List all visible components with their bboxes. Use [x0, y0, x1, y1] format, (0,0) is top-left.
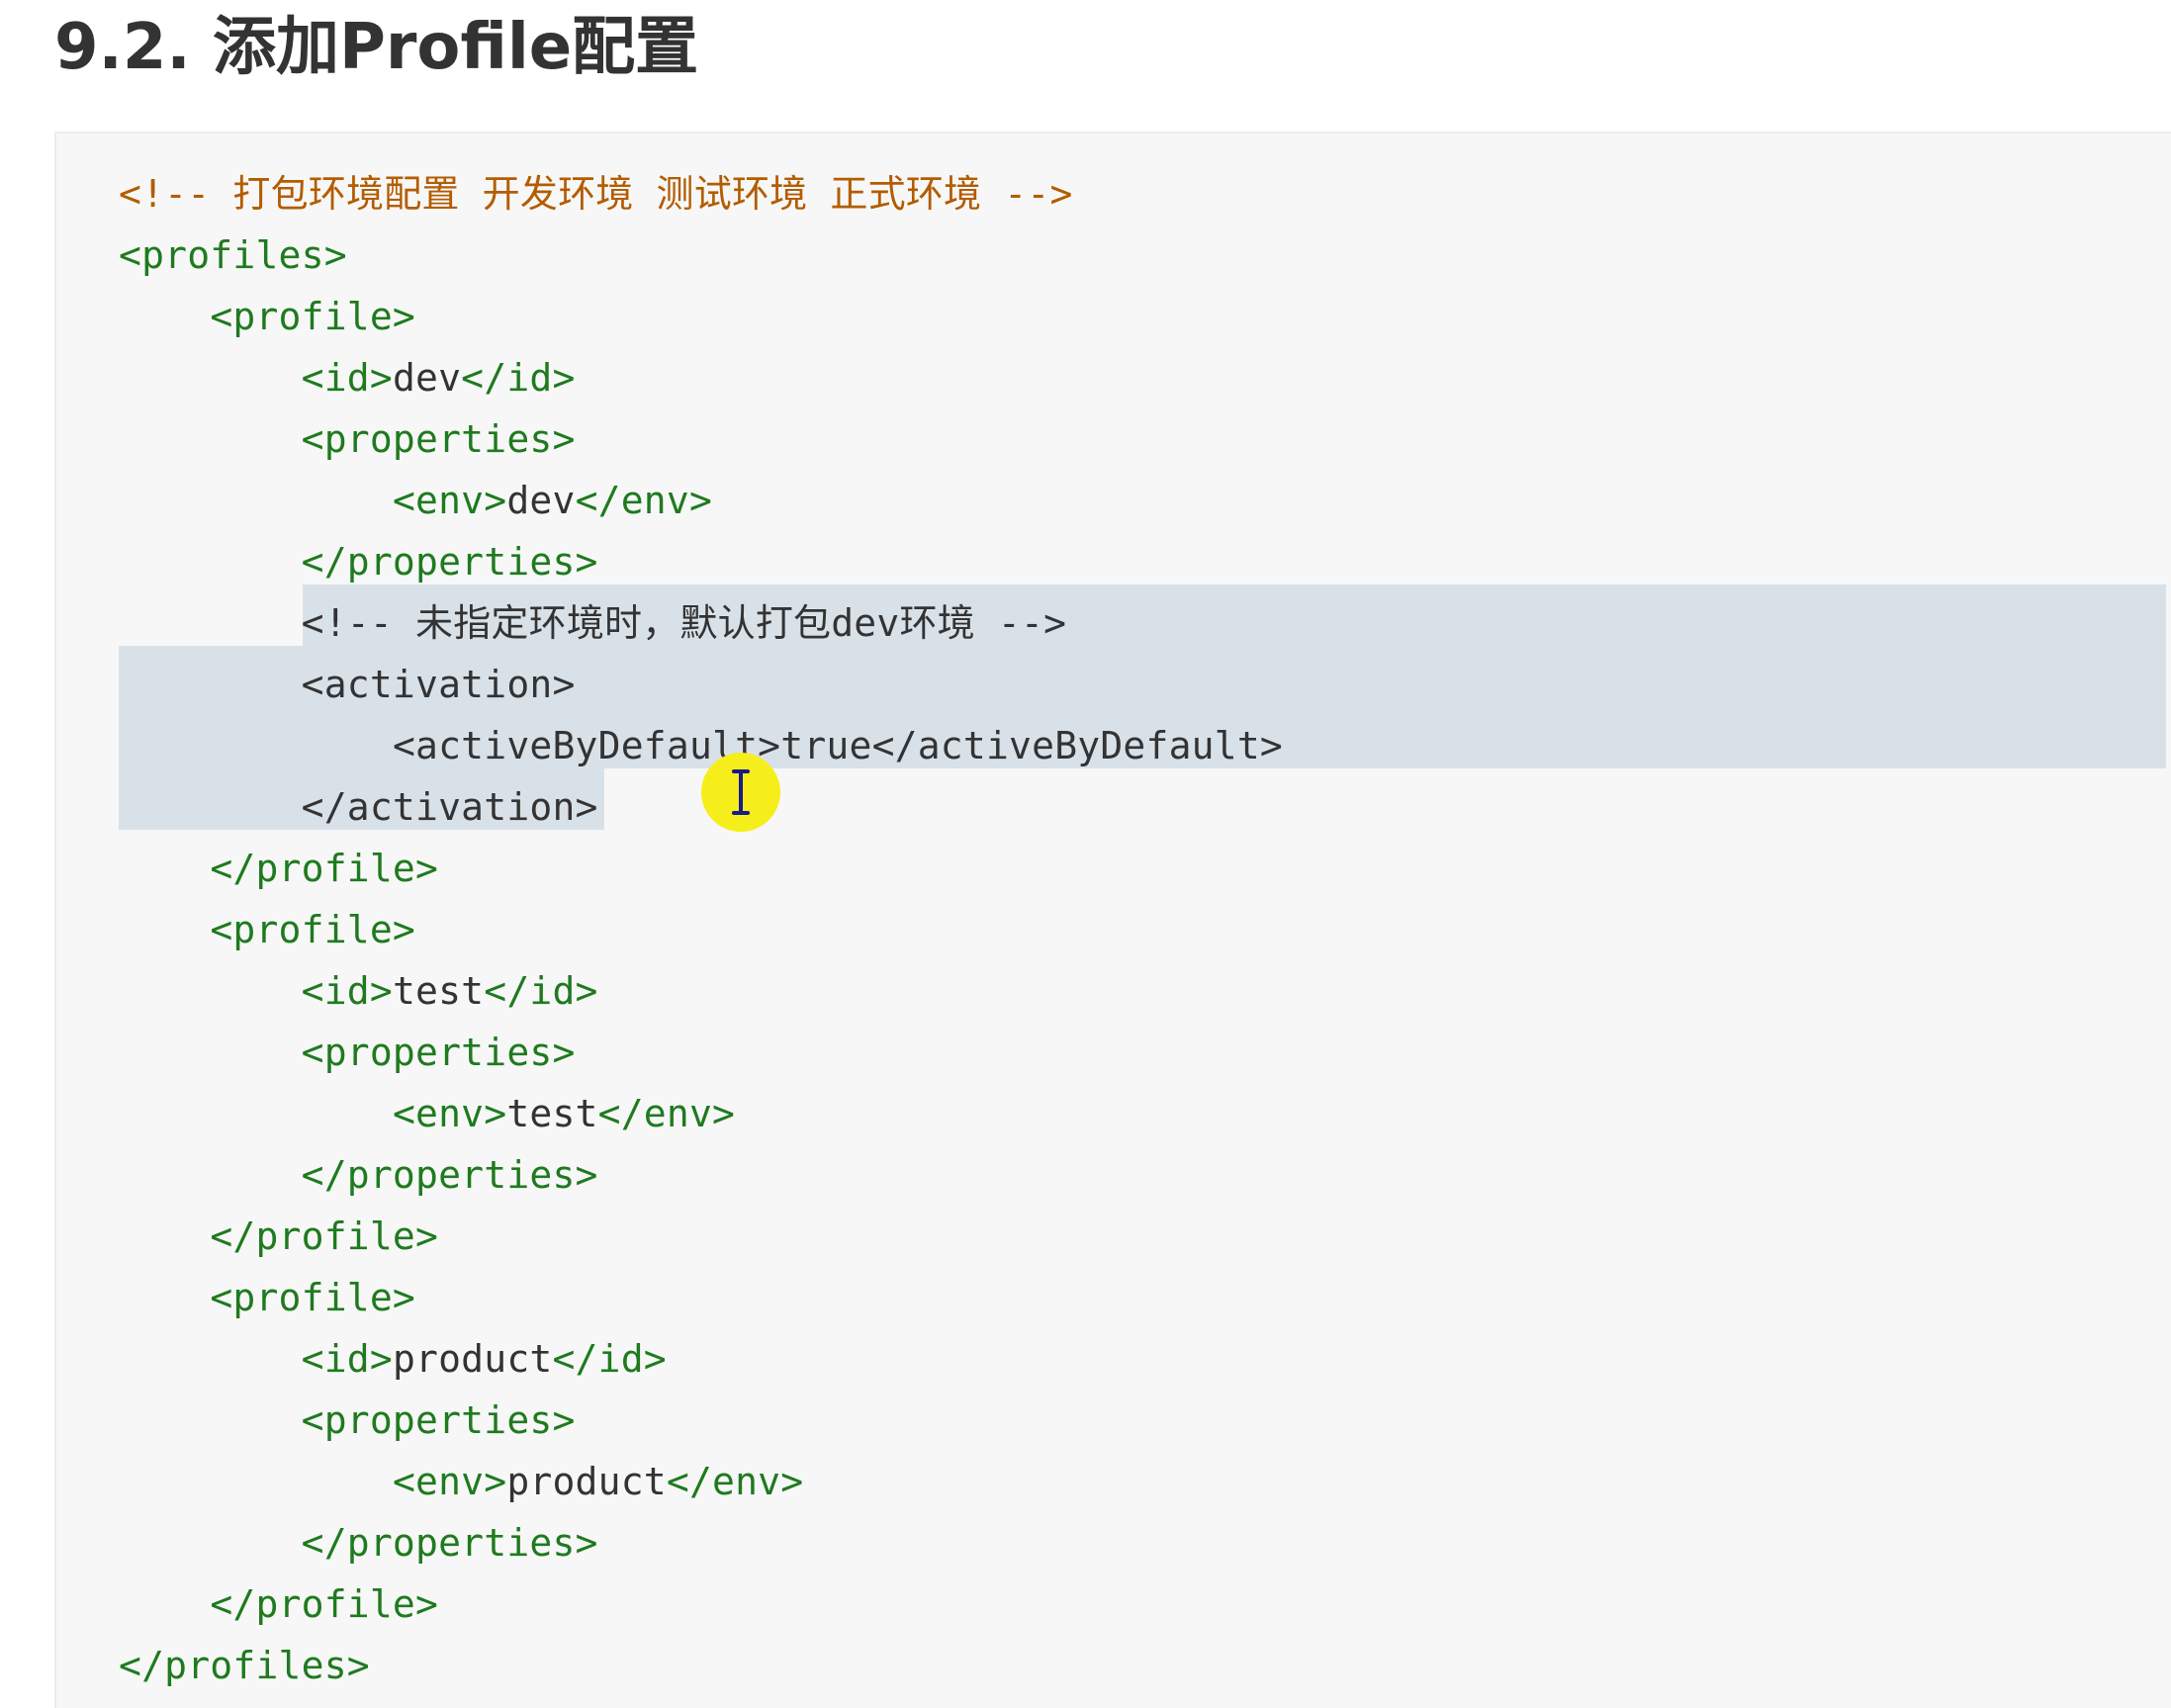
- code-line: </activation>: [119, 776, 598, 838]
- code-line: <!-- 未指定环境时，默认打包dev环境 -->: [119, 592, 1066, 654]
- code-token: </profile>: [210, 1582, 439, 1626]
- code-line: <env>test</env>: [119, 1083, 735, 1144]
- code-token: <activeByDefault>true</activeByDefault>: [392, 724, 1283, 767]
- section-heading: 9.2. 添加Profile配置: [54, 11, 699, 84]
- code-token: dev: [506, 479, 576, 522]
- code-token: <env>: [392, 1092, 507, 1135]
- code-token: </env>: [666, 1460, 804, 1503]
- code-block[interactable]: <!-- 打包环境配置 开发环境 测试环境 正式环境 --> <profiles>…: [54, 132, 2171, 1708]
- code-token: <env>: [392, 479, 507, 522]
- code-token: <id>: [301, 1337, 393, 1381]
- code-line: <properties>: [119, 408, 576, 470]
- code-token: test: [392, 969, 485, 1013]
- code-token: <id>: [301, 356, 393, 400]
- code-token: </properties>: [301, 1521, 598, 1565]
- code-line: <id>dev</id>: [119, 347, 576, 408]
- code-line: <id>test</id>: [119, 960, 598, 1022]
- code-line: <properties>: [119, 1390, 576, 1451]
- code-line: <properties>: [119, 1022, 576, 1083]
- code-line: </properties>: [119, 1512, 598, 1573]
- code-token: </profile>: [210, 847, 439, 890]
- code-token: </env>: [597, 1092, 736, 1135]
- code-token: product: [392, 1337, 553, 1381]
- code-line: <env>product</env>: [119, 1451, 803, 1512]
- code-line: </properties>: [119, 1144, 598, 1206]
- code-token: <properties>: [301, 1031, 576, 1074]
- code-line: </properties>: [119, 531, 598, 592]
- code-token: <id>: [301, 969, 393, 1013]
- code-line: </profile>: [119, 1206, 438, 1267]
- code-token: test: [506, 1092, 598, 1135]
- code-line: <profile>: [119, 1267, 415, 1328]
- code-line: </profile>: [119, 838, 438, 899]
- code-token: </env>: [575, 479, 713, 522]
- code-token: <profile>: [210, 908, 416, 951]
- code-token: </properties>: [301, 540, 598, 584]
- code-line: <id>product</id>: [119, 1328, 667, 1390]
- code-line: <profile>: [119, 899, 415, 960]
- code-token: <properties>: [301, 417, 576, 461]
- code-token: </id>: [484, 969, 598, 1013]
- code-line: <activation>: [119, 654, 576, 715]
- code-line: <profile>: [119, 286, 415, 347]
- code-token: <profile>: [210, 295, 416, 338]
- code-token: <!-- 未指定环境时，默认打包dev环境 -->: [301, 601, 1067, 645]
- code-token: </activation>: [301, 785, 598, 829]
- code-line: <!-- 打包环境配置 开发环境 测试环境 正式环境 -->: [119, 163, 1073, 225]
- code-token: <profiles>: [119, 233, 347, 277]
- code-line: <activeByDefault>true</activeByDefault>: [119, 715, 1283, 776]
- code-token: </id>: [552, 1337, 667, 1381]
- code-token: <env>: [392, 1460, 507, 1503]
- code-line: <profiles>: [119, 225, 347, 286]
- code-token: </id>: [461, 356, 576, 400]
- code-token: product: [506, 1460, 667, 1503]
- code-line: </profiles>: [119, 1635, 370, 1696]
- code-line: </profile>: [119, 1573, 438, 1635]
- code-token: <activation>: [301, 663, 576, 706]
- code-token: <profile>: [210, 1276, 416, 1319]
- code-token: </profile>: [210, 1214, 439, 1258]
- code-token: </properties>: [301, 1153, 598, 1197]
- text-cursor-icon: [732, 769, 750, 815]
- code-line: <env>dev</env>: [119, 470, 712, 531]
- code-token: dev: [392, 356, 462, 400]
- code-token: </profiles>: [119, 1644, 370, 1687]
- code-token: <properties>: [301, 1398, 576, 1442]
- code-token: <!-- 打包环境配置 开发环境 测试环境 正式环境 -->: [119, 172, 1073, 216]
